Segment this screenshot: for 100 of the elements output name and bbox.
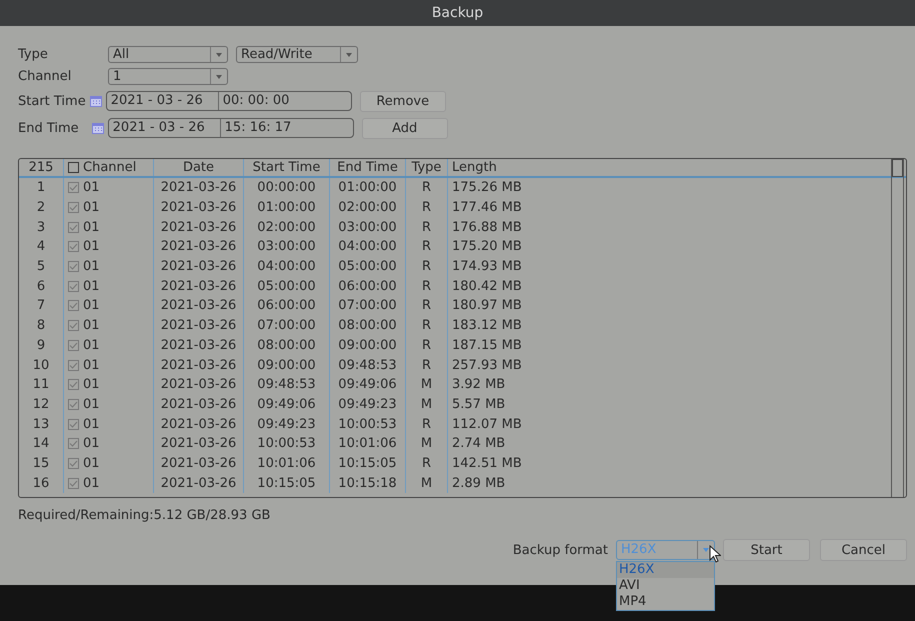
field-label: Channel <box>18 69 72 84</box>
table-cell: 01 <box>83 220 100 235</box>
checkbox[interactable] <box>68 360 79 371</box>
table-cell: 175.20 MB <box>447 237 906 257</box>
checkbox[interactable] <box>68 162 79 173</box>
table-cell: R <box>405 256 447 276</box>
table-cell: R <box>405 355 447 375</box>
table-cell: 02:00:00 <box>243 217 329 238</box>
caret-icon[interactable] <box>216 74 222 78</box>
table-cell: 2021-03-26 <box>153 336 243 356</box>
column-header: End Time <box>329 159 405 176</box>
table-cell: 10:01:06 <box>243 454 329 474</box>
checkbox[interactable] <box>68 280 79 292</box>
cancel-button[interactable]: Cancel <box>820 539 907 561</box>
table-cell: R <box>405 336 447 356</box>
table-cell: M <box>405 434 447 454</box>
table-cell: R <box>405 454 447 474</box>
row-number: 10 <box>32 356 50 375</box>
column-header: Type <box>405 159 447 176</box>
table-cell: 2021-03-26 <box>153 276 243 296</box>
start-button[interactable]: Start <box>723 539 810 561</box>
table-cell: R <box>405 316 447 336</box>
table-cell: 2.74 MB <box>447 434 906 454</box>
table-cell: 2021-03-26 <box>153 434 243 454</box>
checkbox[interactable] <box>68 458 79 469</box>
table-cell: 07:00:00 <box>329 296 405 316</box>
table-cell: R <box>405 178 447 198</box>
table-cell: 03:00:00 <box>329 217 405 238</box>
table-cell: 176.88 MB <box>447 217 906 238</box>
cursor-icon <box>709 545 721 563</box>
remove-button[interactable]: Remove <box>360 90 446 112</box>
table-cell: 257.93 MB <box>447 355 906 375</box>
checkbox[interactable] <box>68 340 79 351</box>
table-cell: 01 <box>83 180 100 196</box>
row-number: 2 <box>36 199 46 218</box>
checkbox[interactable] <box>68 222 79 233</box>
checkbox[interactable] <box>68 438 79 450</box>
checkbox[interactable] <box>68 398 79 410</box>
table-cell: 09:48:53 <box>329 355 405 375</box>
record-count: 215 <box>28 159 54 176</box>
table-cell: 183.12 MB <box>447 316 906 336</box>
table-cell: 2021-03-26 <box>153 256 243 276</box>
checkbox[interactable] <box>68 241 79 252</box>
table-cell: 2021-03-26 <box>153 374 243 395</box>
storage-summary: Required/Remaining:5.12 GB/28.93 GB <box>18 508 272 523</box>
table-cell: 01 <box>83 377 100 392</box>
add-button[interactable]: Add <box>362 118 448 138</box>
table-cell: R <box>405 296 447 316</box>
table-cell: 06:00:00 <box>243 296 329 316</box>
table-cell: 01:00:00 <box>329 178 405 198</box>
table-cell: 180.97 MB <box>447 296 906 316</box>
table-cell: 2021-03-26 <box>153 473 243 493</box>
checkbox[interactable] <box>68 418 79 430</box>
table-cell: 05:00:00 <box>243 276 329 296</box>
table-cell: 177.46 MB <box>447 198 906 218</box>
dropdown-option[interactable]: MP4 <box>617 594 714 610</box>
channel-select[interactable]: 1 <box>108 68 228 85</box>
scrollbar[interactable] <box>891 159 904 497</box>
time-field[interactable]: 2021 - 03 - 26 15: 16: 17 <box>108 118 354 138</box>
time-field[interactable]: 2021 - 03 - 26 00: 00: 00 <box>106 91 352 111</box>
table-cell: R <box>405 414 447 434</box>
table-cell: 01 <box>83 200 100 216</box>
table-cell: 2021-03-26 <box>153 198 243 218</box>
table-cell: 10:00:53 <box>329 414 405 434</box>
table-cell: 01 <box>83 239 100 254</box>
table-cell: 01 <box>83 259 100 274</box>
caret-icon[interactable] <box>216 52 222 56</box>
table-cell: M <box>405 473 447 493</box>
table-cell: R <box>405 217 447 238</box>
calendar-icon[interactable] <box>90 96 102 106</box>
dropdown-option[interactable]: AVI <box>617 578 714 594</box>
table-cell: 06:00:00 <box>329 276 405 296</box>
table-cell: 05:00:00 <box>329 256 405 276</box>
row-number: 4 <box>36 238 46 256</box>
checkbox[interactable] <box>68 320 79 332</box>
table-cell: 187.15 MB <box>447 336 906 356</box>
table-cell: 07:00:00 <box>243 316 329 336</box>
row-number: 1 <box>36 179 46 198</box>
caret-icon[interactable] <box>703 548 709 552</box>
type-select[interactable]: All <box>108 46 228 63</box>
table-cell: 09:48:53 <box>243 374 329 395</box>
table-cell: 09:49:06 <box>329 374 405 395</box>
checkbox[interactable] <box>68 182 79 194</box>
caret-icon[interactable] <box>346 52 352 56</box>
table-cell: 10:01:06 <box>329 434 405 454</box>
table-cell: 10:15:05 <box>243 473 329 493</box>
checkbox[interactable] <box>68 300 79 312</box>
checkbox[interactable] <box>68 379 79 390</box>
table-cell: 10:00:53 <box>243 434 329 454</box>
checkbox[interactable] <box>68 261 79 272</box>
table-cell: R <box>405 198 447 218</box>
table-cell: 142.51 MB <box>447 454 906 474</box>
table-cell: 2021-03-26 <box>153 394 243 414</box>
mode-select[interactable]: Read/Write <box>236 46 358 63</box>
checkbox[interactable] <box>68 202 79 214</box>
checkbox[interactable] <box>68 478 79 489</box>
table-cell: 01 <box>83 396 100 412</box>
table-cell: 09:49:23 <box>243 414 329 434</box>
calendar-icon[interactable] <box>92 122 104 134</box>
table-cell: R <box>405 276 447 296</box>
